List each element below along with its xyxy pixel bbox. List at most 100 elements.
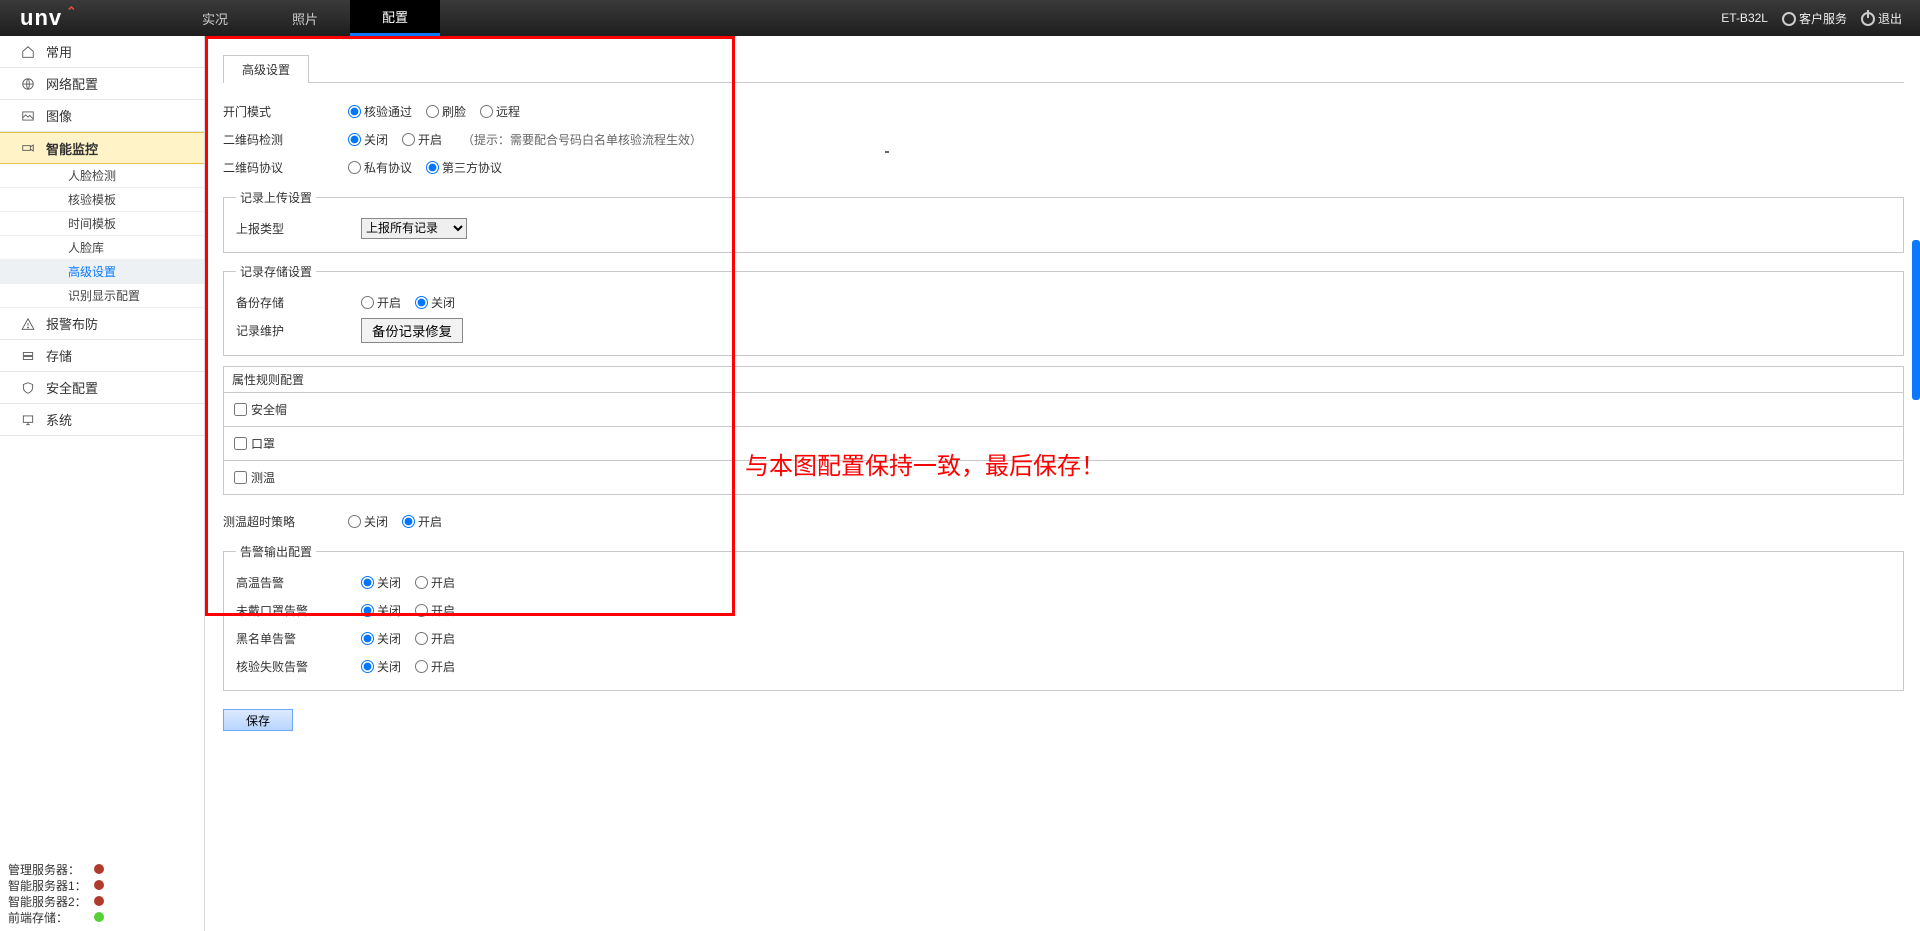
radio-timeout-off-input[interactable] <box>348 515 361 528</box>
radio-blacklist-on-input[interactable] <box>415 632 428 645</box>
tiny-mark-icon <box>885 151 889 153</box>
radio-backup-on-input[interactable] <box>361 296 374 309</box>
sub-face-detect[interactable]: 人脸检测 <box>0 164 204 188</box>
device-name: ET-B32L <box>1721 11 1768 25</box>
radio-backup-off-input[interactable] <box>415 296 428 309</box>
row-qr-detect: 二维码检测 关闭 开启 （提示：需要配合号码白名单核验流程生效） <box>223 127 1904 151</box>
radio-timeout-off[interactable]: 关闭 <box>348 513 388 530</box>
radio-open-verify-input[interactable] <box>348 105 361 118</box>
radio-open-verify[interactable]: 核验通过 <box>348 103 412 120</box>
logout-link[interactable]: 退出 <box>1861 10 1902 27</box>
radio-nomask-off-input[interactable] <box>361 604 374 617</box>
radio-open-face[interactable]: 刷脸 <box>426 103 466 120</box>
save-button[interactable]: 保存 <box>223 709 293 731</box>
radio-verifyfail-off[interactable]: 关闭 <box>361 658 401 675</box>
select-report-type[interactable]: 上报所有记录 <box>361 218 467 239</box>
radio-hightemp-off-input[interactable] <box>361 576 374 589</box>
label-backup: 备份存储 <box>236 294 361 311</box>
radio-open-remote-input[interactable] <box>480 105 493 118</box>
tab-advanced[interactable]: 高级设置 <box>223 55 309 83</box>
sidebar-item-common[interactable]: 常用 <box>0 36 204 68</box>
radio-proto-private[interactable]: 私有协议 <box>348 159 412 176</box>
checkbox-mask[interactable] <box>234 437 247 450</box>
customer-service-link[interactable]: 客户服务 <box>1782 10 1847 27</box>
sidebar-item-security[interactable]: 安全配置 <box>0 372 204 404</box>
row-alarm-verifyfail: 核验失败告警 关闭 开启 <box>236 654 1891 678</box>
checkbox-helmet[interactable] <box>234 403 247 416</box>
sub-time-template[interactable]: 时间模板 <box>0 212 204 236</box>
radio-proto-third[interactable]: 第三方协议 <box>426 159 502 176</box>
status-smart1: 智能服务器1： <box>8 877 196 893</box>
sidebar-item-system[interactable]: 系统 <box>0 404 204 436</box>
radio-timeout-on[interactable]: 开启 <box>402 513 442 530</box>
nav-config[interactable]: 配置 <box>350 0 440 36</box>
legend-alarm: 告警输出配置 <box>236 543 316 560</box>
storage-icon <box>20 348 36 364</box>
logo-text: unv <box>20 5 62 30</box>
status-front-label: 前端存储： <box>8 909 94 926</box>
radio-nomask-on[interactable]: 开启 <box>415 602 455 619</box>
sub-display-config[interactable]: 识别显示配置 <box>0 284 204 308</box>
radio-proto-private-label: 私有协议 <box>364 159 412 176</box>
radio-verifyfail-on[interactable]: 开启 <box>415 658 455 675</box>
group-storage: 记录存储设置 备份存储 开启 关闭 记录维护 备份记录修复 <box>223 263 1904 356</box>
customer-service-label: 客户服务 <box>1799 12 1847 26</box>
status-front: 前端存储： <box>8 909 196 925</box>
annotation-text: 与本图配置保持一致，最后保存！ <box>745 446 1105 481</box>
sub-verify-template[interactable]: 核验模板 <box>0 188 204 212</box>
sub-advanced[interactable]: 高级设置 <box>0 260 204 284</box>
sidebar-item-alarm[interactable]: 报警布防 <box>0 308 204 340</box>
radio-nomask-off[interactable]: 关闭 <box>361 602 401 619</box>
sidebar-label-system: 系统 <box>46 410 72 429</box>
radio-qr-off[interactable]: 关闭 <box>348 131 388 148</box>
radio-qr-off-label: 关闭 <box>364 131 388 148</box>
radio-hightemp-off[interactable]: 关闭 <box>361 574 401 591</box>
radio-hightemp-on[interactable]: 开启 <box>415 574 455 591</box>
radio-open-face-input[interactable] <box>426 105 439 118</box>
radio-nomask-on-input[interactable] <box>415 604 428 617</box>
radio-timeout-on-input[interactable] <box>402 515 415 528</box>
status-mgmt-label: 管理服务器： <box>8 861 94 878</box>
sidebar-label-image: 图像 <box>46 106 72 125</box>
sidebar-item-network[interactable]: 网络配置 <box>0 68 204 100</box>
radio-blacklist-on-label: 开启 <box>431 630 455 647</box>
radio-blacklist-on[interactable]: 开启 <box>415 630 455 647</box>
label-hightemp: 高温告警 <box>236 574 361 591</box>
tab-bar: 高级设置 <box>223 54 1904 83</box>
radio-backup-on[interactable]: 开启 <box>361 294 401 311</box>
radio-backup-off[interactable]: 关闭 <box>415 294 455 311</box>
row-temp-timeout: 测温超时策略 关闭 开启 <box>223 509 1904 533</box>
status-smart2-label: 智能服务器2： <box>8 893 94 910</box>
sidebar-label-smart: 智能监控 <box>46 139 98 158</box>
home-icon <box>20 44 36 60</box>
checkbox-helmet-label: 安全帽 <box>251 401 287 418</box>
radio-proto-private-input[interactable] <box>348 161 361 174</box>
content-area: 高级设置 开门模式 核验通过 刷脸 远程 二维码检测 关闭 开启 （提示：需要配… <box>205 36 1920 931</box>
right-edge-indicator <box>1912 240 1920 400</box>
radio-open-verify-label: 核验通过 <box>364 103 412 120</box>
radio-qr-on[interactable]: 开启 <box>402 131 442 148</box>
radio-blacklist-off-input[interactable] <box>361 632 374 645</box>
legend-upload: 记录上传设置 <box>236 189 316 206</box>
radio-blacklist-off[interactable]: 关闭 <box>361 630 401 647</box>
nav-live[interactable]: 实况 <box>170 0 260 36</box>
label-blacklist: 黑名单告警 <box>236 630 361 647</box>
sidebar-item-storage[interactable]: 存储 <box>0 340 204 372</box>
radio-proto-third-input[interactable] <box>426 161 439 174</box>
advanced-form: 开门模式 核验通过 刷脸 远程 二维码检测 关闭 开启 （提示：需要配合号码白名… <box>223 99 1904 731</box>
sidebar-item-image[interactable]: 图像 <box>0 100 204 132</box>
radio-open-remote[interactable]: 远程 <box>480 103 520 120</box>
sub-face-library[interactable]: 人脸库 <box>0 236 204 260</box>
radio-qr-off-input[interactable] <box>348 133 361 146</box>
headset-icon <box>1782 12 1796 26</box>
repair-button[interactable]: 备份记录修复 <box>361 318 463 343</box>
nav-photo[interactable]: 照片 <box>260 0 350 36</box>
radio-verifyfail-off-input[interactable] <box>361 660 374 673</box>
checkbox-temp[interactable] <box>234 471 247 484</box>
radio-qr-on-input[interactable] <box>402 133 415 146</box>
radio-verifyfail-on-input[interactable] <box>415 660 428 673</box>
radio-hightemp-on-input[interactable] <box>415 576 428 589</box>
sidebar-menu: 常用 网络配置 图像 智能监控 人脸检测 核验模板 时间模板 人脸库 高级设置 … <box>0 36 204 855</box>
sidebar-item-smart[interactable]: 智能监控 <box>0 132 204 164</box>
image-icon <box>20 108 36 124</box>
